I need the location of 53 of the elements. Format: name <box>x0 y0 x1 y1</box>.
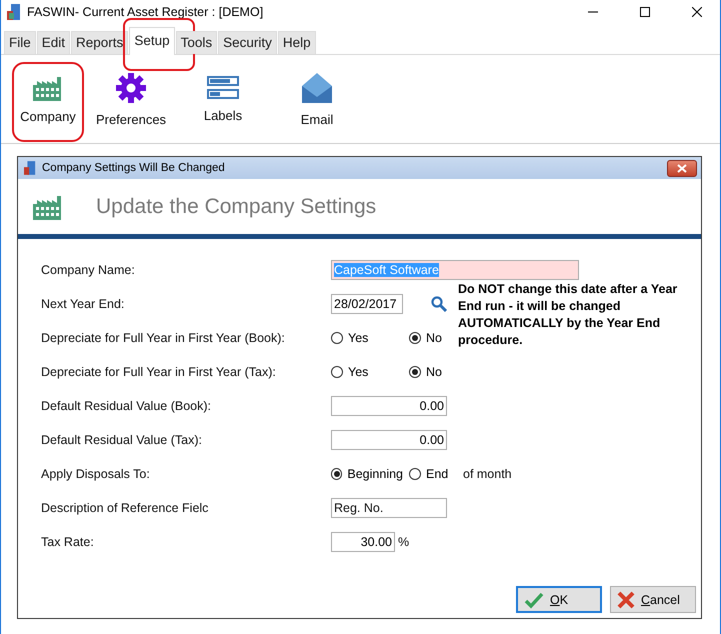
app-icon <box>24 161 36 175</box>
radio-button[interactable]: Yes <box>331 365 403 379</box>
radio-button[interactable]: Beginning <box>331 467 403 481</box>
close-button[interactable] <box>667 160 697 176</box>
field-label: Default Residual Value (Book): <box>41 399 212 413</box>
radio-button[interactable]: No <box>409 365 449 379</box>
suffix-label: of month <box>463 467 512 481</box>
menu-tab[interactable]: Help <box>278 31 316 54</box>
field-label: Depreciate for Full Year in First Year (Tax): <box>41 365 277 379</box>
close-icon <box>677 164 687 172</box>
maximize-icon <box>640 7 650 17</box>
percent-label: % <box>398 535 410 549</box>
number-field[interactable]: 0.00 <box>331 430 447 450</box>
toolbar-button[interactable]: Company <box>13 59 83 139</box>
field-label: Apply Disposals To: <box>41 467 151 481</box>
text-field[interactable]: Reg. No. <box>331 498 447 518</box>
field-label: Default Residual Value (Tax): <box>41 433 203 447</box>
factory-icon <box>32 74 64 100</box>
cancel-button[interactable]: Cancel <box>610 586 696 613</box>
field-label: Depreciate for Full Year in First Year (Book): <box>41 331 286 345</box>
menu-tab[interactable]: Reports <box>71 31 128 54</box>
close-icon <box>692 7 702 17</box>
labels-icon <box>207 76 239 100</box>
toolbar-button[interactable]: Preferences <box>85 59 177 139</box>
toolbar-button[interactable]: Labels <box>179 59 267 139</box>
checkmark-icon <box>524 590 544 608</box>
cross-icon <box>617 590 635 608</box>
menu-tab[interactable]: File <box>4 31 36 54</box>
gear-icon <box>115 72 147 104</box>
dialog-title: Company Settings Will Be Changed <box>42 162 225 174</box>
ok-button[interactable]: OK <box>516 586 602 613</box>
radio-button[interactable]: Yes <box>331 331 403 345</box>
field-label: Description of Reference Fielc <box>41 501 210 515</box>
factory-icon <box>32 194 64 220</box>
number-field[interactable]: 30.00 <box>331 532 395 552</box>
number-field[interactable]: 0.00 <box>331 396 447 416</box>
date-field[interactable]: 28/02/2017 <box>331 294 403 314</box>
search-icon[interactable] <box>431 296 447 312</box>
dialog-heading: Update the Company Settings <box>96 194 376 218</box>
menu-tab[interactable]: Security <box>218 31 277 54</box>
toolbar-button[interactable]: Email <box>269 59 365 139</box>
menu-tab[interactable]: Setup <box>129 27 175 55</box>
field-label: Next Year End: <box>41 297 126 311</box>
menu-tab[interactable]: Tools <box>176 31 218 54</box>
menu-tab[interactable]: Edit <box>36 31 70 54</box>
window-title: FASWIN- Current Asset Register : [DEMO] <box>27 5 264 19</box>
warning-note: Do NOT change this date after a Year End run - it will be changed AUTOMATICALLY by the Year End procedure. <box>458 281 678 349</box>
envelope-icon <box>301 72 333 104</box>
app-icon <box>7 4 21 20</box>
radio-button[interactable]: No <box>409 331 449 345</box>
radio-button[interactable]: End <box>409 467 457 481</box>
field-label: Tax Rate: <box>41 535 95 549</box>
field-label: Company Name: <box>41 263 136 277</box>
